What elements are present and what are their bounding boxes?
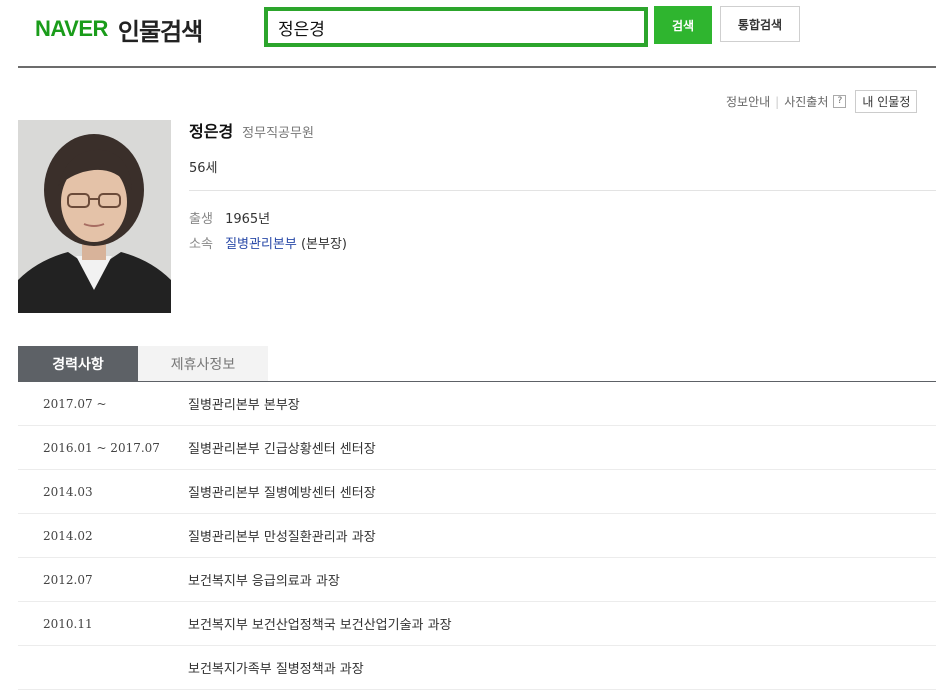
- career-period: 2010.11: [43, 616, 93, 631]
- career-desc: 질병관리본부 본부장: [188, 398, 300, 413]
- career-period: 2014.02: [43, 528, 93, 543]
- career-period: 2017.07 ~: [43, 396, 107, 411]
- list-item: 2014.02 질병관리본부 만성질환관리과 과장: [18, 514, 936, 558]
- career-period: 2016.01 ~ 2017.07: [43, 440, 160, 455]
- naver-logo[interactable]: NAVER 인물검색: [35, 14, 203, 46]
- list-item: 2017.07 ~ 질병관리본부 본부장: [18, 382, 936, 426]
- search-box: [264, 7, 648, 47]
- person-name: 정은경: [189, 122, 234, 141]
- birth-label: 출생: [189, 212, 213, 227]
- service-title: 인물검색: [117, 17, 203, 46]
- link-separator: |: [775, 94, 780, 109]
- career-period: 2012.07: [43, 572, 93, 587]
- naver-brand-text: NAVER: [35, 16, 108, 41]
- list-item: 2014.03 질병관리본부 질병예방센터 센터장: [18, 470, 936, 514]
- affiliation-label: 소속: [189, 237, 213, 252]
- my-person-button[interactable]: 내 인물정: [855, 90, 918, 113]
- affiliation-field: 소속 질병관리본부 (본부장): [189, 233, 347, 252]
- career-period: 2014.03: [43, 484, 93, 499]
- search-input[interactable]: [268, 11, 638, 43]
- person-age: 56세: [189, 161, 218, 176]
- affiliation-link[interactable]: 질병관리본부: [225, 237, 297, 252]
- affiliation-role: (본부장): [296, 237, 347, 252]
- header-divider: [18, 66, 936, 68]
- profile-photo: [18, 120, 171, 313]
- tab-career[interactable]: 경력사항: [18, 346, 138, 381]
- career-desc: 질병관리본부 질병예방센터 센터장: [188, 486, 376, 501]
- tab-partner-info[interactable]: 제휴사정보: [138, 346, 268, 381]
- career-desc: 보건복지부 보건산업정책국 보건산업기술과 과장: [188, 618, 452, 633]
- total-search-button[interactable]: 통합검색: [720, 6, 800, 42]
- info-link[interactable]: 정보안내: [726, 93, 770, 110]
- birth-value: 1965년: [225, 212, 271, 227]
- profile-tabs: 경력사항 제휴사정보: [18, 346, 268, 381]
- list-item: 2012.07 보건복지부 응급의료과 과장: [18, 558, 936, 602]
- person-portrait-icon: [18, 120, 171, 313]
- list-item: 2010.11 보건복지부 보건산업정책국 보건산업기술과 과장: [18, 602, 936, 646]
- career-list: 2017.07 ~ 질병관리본부 본부장 2016.01 ~ 2017.07 질…: [18, 382, 936, 690]
- list-item: 보건복지가족부 질병정책과 과장: [18, 646, 936, 690]
- help-icon[interactable]: ?: [833, 95, 847, 108]
- info-links: 정보안내 | 사진출처 ? 내 인물정: [726, 90, 918, 113]
- photo-source-link[interactable]: 사진출처: [784, 93, 828, 110]
- career-desc: 보건복지가족부 질병정책과 과장: [188, 662, 364, 677]
- search-button[interactable]: 검색: [654, 6, 712, 44]
- career-desc: 질병관리본부 긴급상황센터 센터장: [188, 442, 376, 457]
- name-row: 정은경 정무직공무원: [189, 118, 314, 142]
- career-desc: 보건복지부 응급의료과 과장: [188, 574, 340, 589]
- list-item: 2016.01 ~ 2017.07 질병관리본부 긴급상황센터 센터장: [18, 426, 936, 470]
- person-job: 정무직공무원: [242, 126, 314, 141]
- career-desc: 질병관리본부 만성질환관리과 과장: [188, 530, 376, 545]
- birth-field: 출생 1965년: [189, 208, 270, 227]
- profile-divider: [189, 190, 936, 191]
